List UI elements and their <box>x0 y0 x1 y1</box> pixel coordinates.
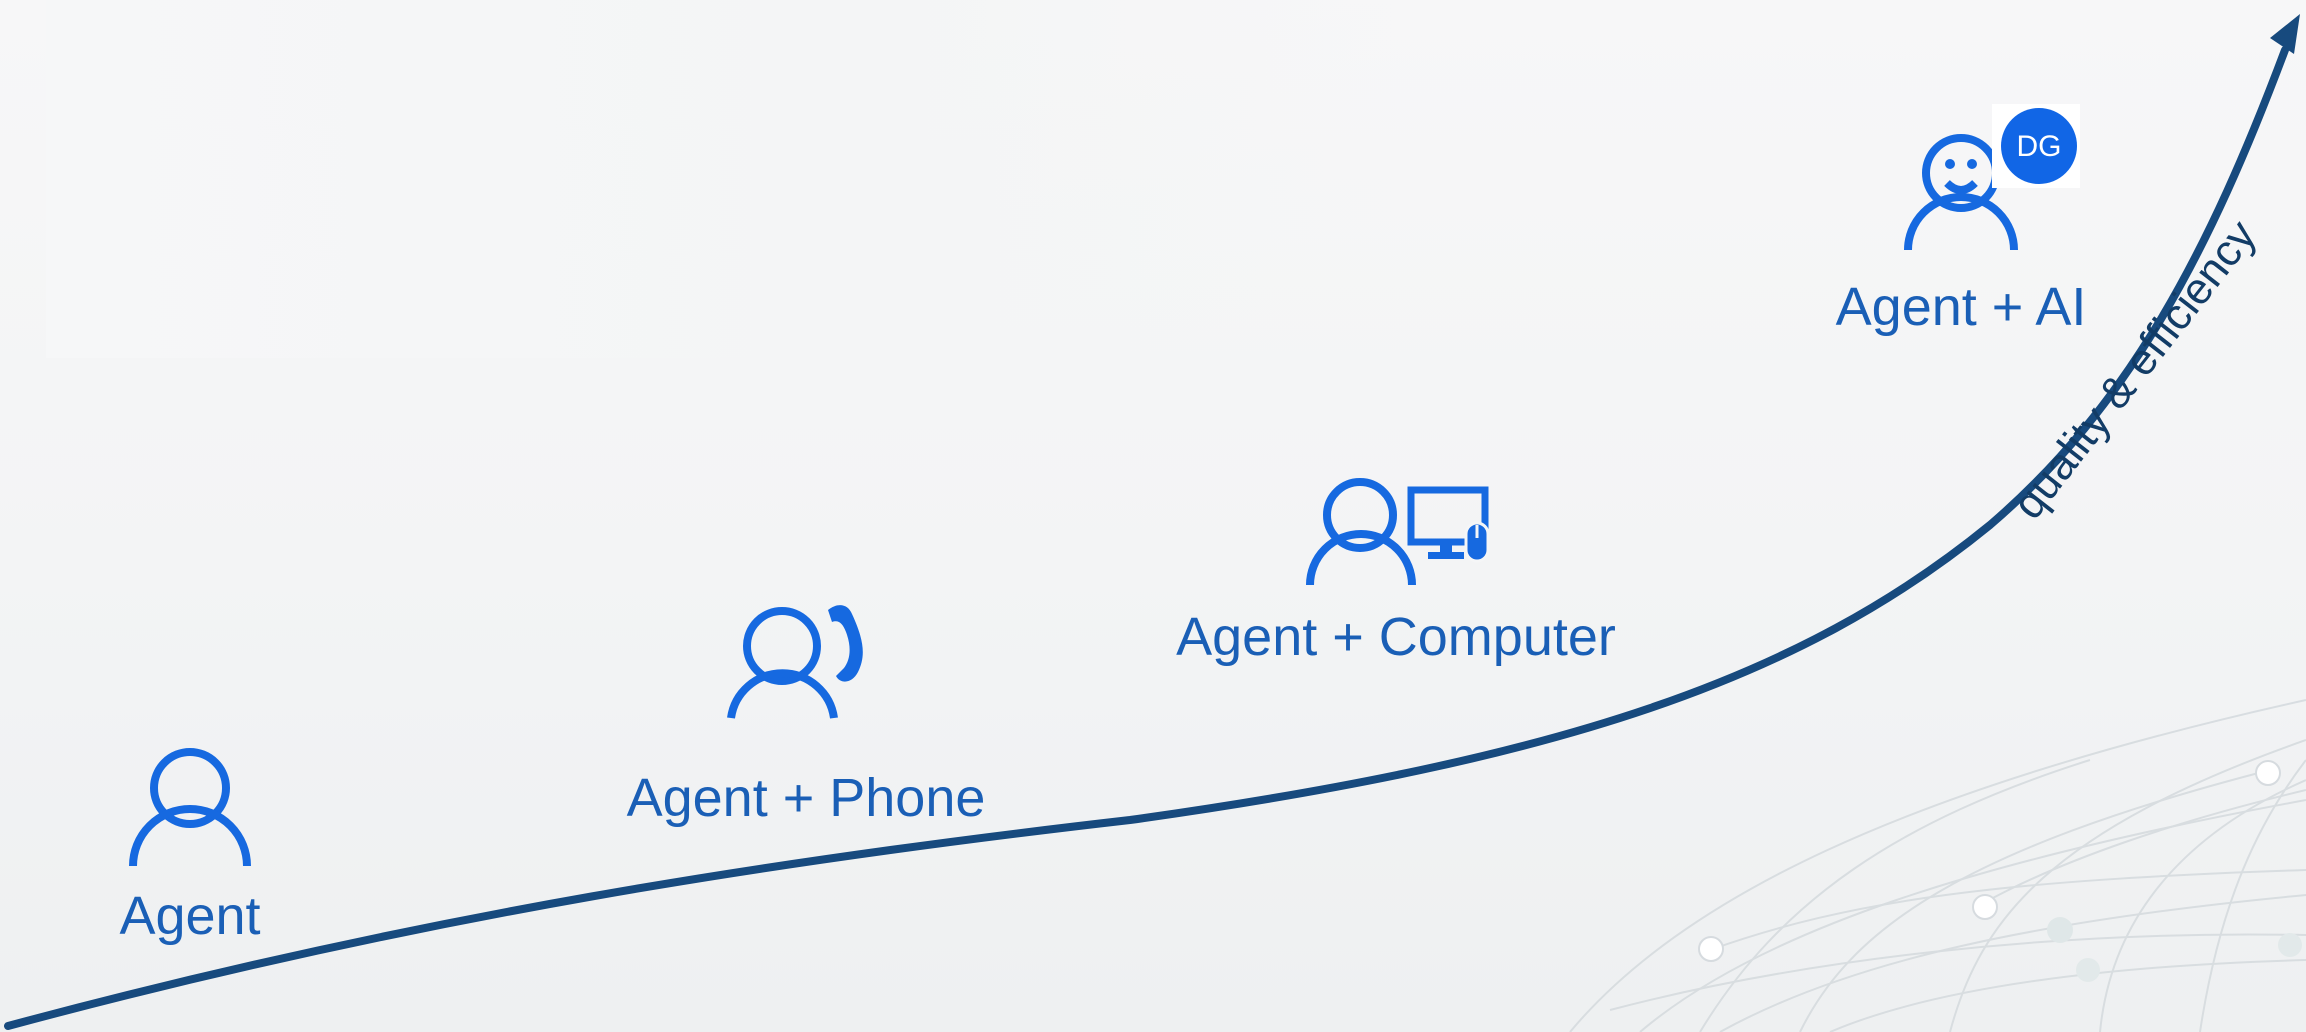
person-icon <box>129 748 251 867</box>
person-phone-icon <box>727 605 863 719</box>
ai-badge-text: DG <box>2017 130 2062 163</box>
person-computer-icon <box>1306 478 1490 586</box>
stage-label-agent-computer: Agent + Computer <box>1176 607 1616 667</box>
network-nodes-decoration <box>1698 760 2302 982</box>
phone-handset-icon <box>828 605 863 682</box>
person-smile-ai-icon: DG <box>1904 104 2080 251</box>
stage-label-agent-ai: Agent + AI <box>1835 277 2087 337</box>
stage-label-agent: Agent <box>119 886 261 946</box>
diagram-svg: DG <box>4 14 2306 1032</box>
curve-arrowhead-icon <box>2270 14 2300 54</box>
stage-label-agent-phone: Agent + Phone <box>626 768 986 828</box>
computer-monitor-icon <box>1407 486 1490 563</box>
network-globe-decoration <box>1569 699 2306 1032</box>
diagram-canvas: DG Agent Agent + Phone Agent + Computer … <box>0 0 2306 1032</box>
